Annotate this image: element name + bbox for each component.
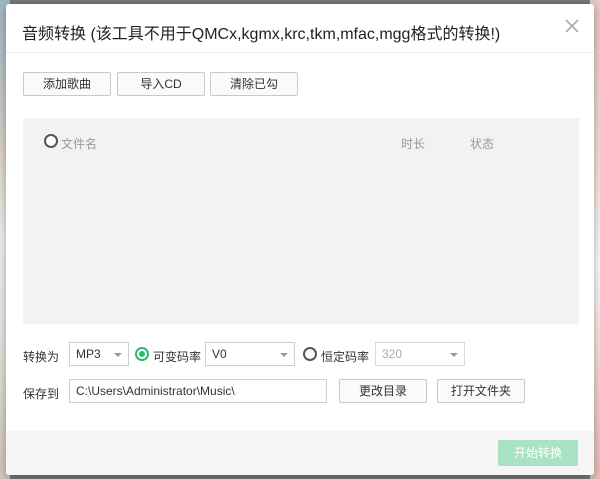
cbr-radio[interactable] <box>303 347 317 361</box>
file-list[interactable]: 文件名 时长 状态 <box>23 118 579 324</box>
change-dir-button[interactable]: 更改目录 <box>339 379 427 403</box>
clear-checked-button[interactable]: 清除已勾 <box>210 72 298 96</box>
add-song-button[interactable]: 添加歌曲 <box>23 72 111 96</box>
vbr-label: 可变码率 <box>153 350 202 364</box>
format-select-value: MP3 <box>76 347 101 361</box>
vbr-select[interactable]: V0 <box>205 342 295 366</box>
save-path-field[interactable]: C:\Users\Administrator\Music\ <box>69 379 327 403</box>
vbr-select-value: V0 <box>212 347 227 361</box>
cbr-label: 恒定码率 <box>321 350 370 364</box>
convert-to-label: 转换为 <box>23 350 60 364</box>
chevron-down-icon <box>280 353 288 357</box>
cbr-select-value: 320 <box>382 347 403 361</box>
cbr-select: 320 <box>375 342 465 366</box>
audio-convert-dialog: 音频转换 (该工具不用于QMCx,kgmx,krc,tkm,mfac,mgg格式… <box>6 4 594 475</box>
vbr-radio[interactable] <box>135 347 149 361</box>
dialog-title: 音频转换 (该工具不用于QMCx,kgmx,krc,tkm,mfac,mgg格式… <box>22 26 501 43</box>
import-cd-button[interactable]: 导入CD <box>117 72 205 96</box>
format-select[interactable]: MP3 <box>69 342 129 366</box>
column-header-duration: 时长 <box>401 137 426 151</box>
column-header-filename: 文件名 <box>61 137 98 151</box>
close-icon[interactable] <box>564 18 580 34</box>
chevron-down-icon <box>450 353 458 357</box>
title-divider <box>6 52 594 53</box>
chevron-down-icon <box>114 353 122 357</box>
select-all-radio[interactable] <box>44 134 58 148</box>
column-header-status: 状态 <box>470 137 495 151</box>
save-to-label: 保存到 <box>23 387 60 401</box>
start-convert-button[interactable]: 开始转换 <box>498 440 578 466</box>
open-folder-button[interactable]: 打开文件夹 <box>437 379 525 403</box>
